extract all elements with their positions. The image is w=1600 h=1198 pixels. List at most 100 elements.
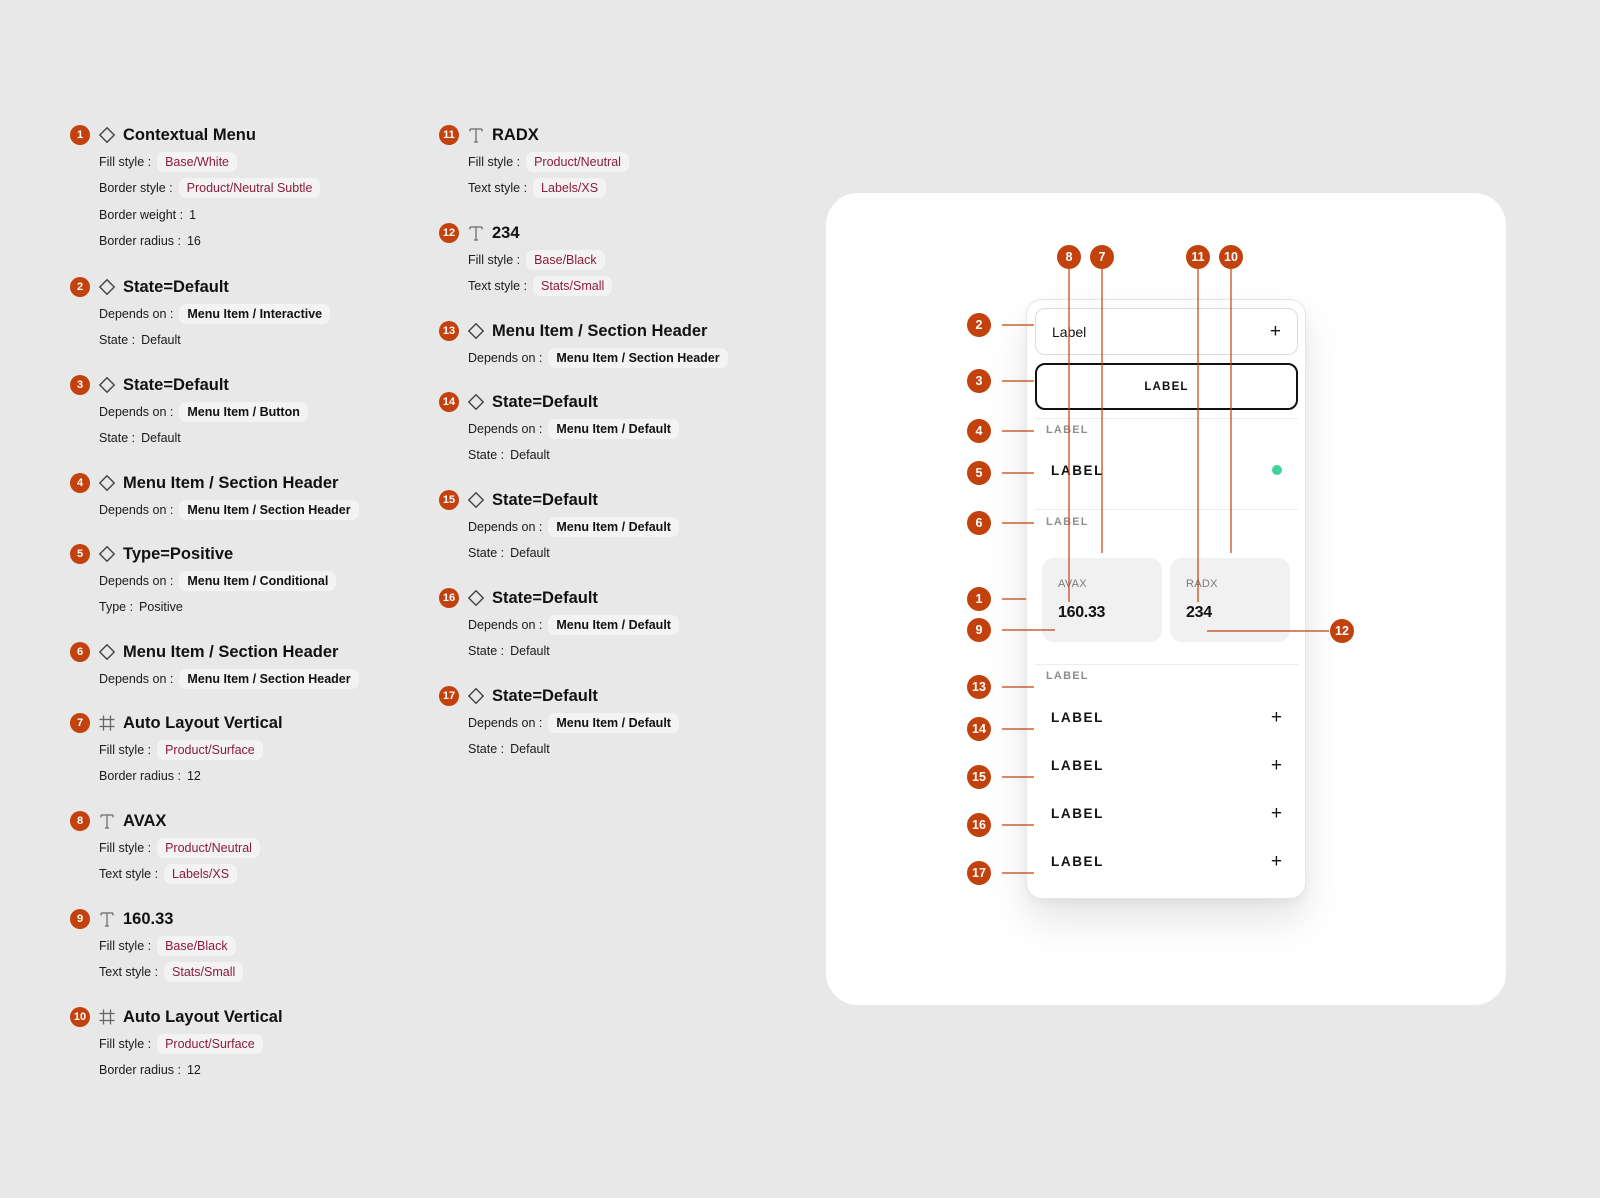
spec-property: Depends on : Menu Item / Default bbox=[468, 614, 779, 636]
spec-property: State : Default bbox=[468, 542, 779, 564]
menu-item-label: LABEL bbox=[1051, 709, 1104, 725]
style-chip: Labels/XS bbox=[164, 864, 238, 884]
spec-property: State : Default bbox=[99, 427, 410, 449]
menu-item-default[interactable]: LABEL + bbox=[1035, 743, 1298, 787]
number-badge: 15 bbox=[439, 490, 459, 510]
spec-property: Type : Positive bbox=[99, 596, 410, 618]
property-label: State : bbox=[468, 644, 505, 658]
spec-title: State=Default bbox=[492, 392, 598, 411]
spec-property: Fill style : Product/Surface bbox=[99, 739, 410, 761]
style-chip: Menu Item / Default bbox=[548, 614, 679, 635]
section-header: LABEL bbox=[1046, 516, 1089, 528]
property-label: Border radius : bbox=[99, 234, 181, 248]
spec-item: 1 Contextual Menu Fill style : Base/White Bo… bbox=[70, 124, 410, 252]
menu-input-label: Label bbox=[1052, 323, 1087, 340]
spec-property: Border radius : 12 bbox=[99, 765, 410, 787]
property-label: Text style : bbox=[468, 181, 528, 195]
component-icon bbox=[97, 544, 117, 564]
property-label: Fill style : bbox=[99, 840, 152, 855]
spec-property: Border style : Product/Neutral Subtle bbox=[99, 177, 410, 199]
menu-item-label: LABEL bbox=[1051, 462, 1104, 478]
spec-property: Depends on : Menu Item / Interactive bbox=[99, 303, 410, 325]
annotation-badge: 12 bbox=[1330, 619, 1354, 643]
stat-card-radx: RADX 234 bbox=[1170, 558, 1290, 642]
spec-property: Fill style : Product/Surface bbox=[99, 1033, 410, 1055]
property-label: Depends on : bbox=[468, 519, 543, 534]
number-badge: 11 bbox=[439, 125, 459, 145]
spec-title: AVAX bbox=[123, 811, 167, 830]
component-icon bbox=[97, 277, 117, 297]
number-badge: 16 bbox=[439, 588, 459, 608]
menu-item-interactive[interactable]: Label + bbox=[1035, 308, 1298, 355]
annotation-badge: 10 bbox=[1219, 245, 1243, 269]
number-badge: 12 bbox=[439, 223, 459, 243]
spec-item: 13 Menu Item / Section Header Depends on :… bbox=[439, 320, 779, 369]
menu-item-default[interactable]: LABEL + bbox=[1035, 791, 1298, 835]
spec-property: Depends on : Menu Item / Conditional bbox=[99, 570, 410, 592]
spec-header: 6 Menu Item / Section Header bbox=[70, 641, 410, 663]
property-value: 12 bbox=[186, 1063, 201, 1077]
annotation-badge: 3 bbox=[967, 369, 991, 393]
menu-item-button[interactable]: LABEL bbox=[1035, 363, 1298, 410]
divider bbox=[1035, 509, 1298, 510]
style-chip: Product/Neutral Subtle bbox=[178, 178, 321, 198]
property-value: Default bbox=[510, 742, 550, 756]
number-badge: 5 bbox=[70, 544, 90, 564]
divider bbox=[1035, 418, 1298, 419]
property-label: Depends on : bbox=[468, 421, 543, 436]
property-value: 1 bbox=[189, 207, 197, 222]
spec-title: Menu Item / Section Header bbox=[123, 642, 339, 661]
text-icon bbox=[466, 125, 486, 145]
spec-property: Fill style : Base/White bbox=[99, 151, 410, 173]
annotation-badge: 4 bbox=[967, 419, 991, 443]
stat-value: 234 bbox=[1186, 604, 1212, 621]
property-label: Text style : bbox=[99, 965, 159, 979]
spec-property: Border weight : 1 bbox=[99, 204, 410, 226]
component-icon bbox=[466, 686, 486, 706]
spec-title: State=Default bbox=[492, 588, 598, 607]
spec-header: 1 Contextual Menu bbox=[70, 124, 410, 146]
number-badge: 9 bbox=[70, 909, 90, 929]
style-chip: Menu Item / Interactive bbox=[179, 303, 331, 324]
style-chip: Menu Item / Button bbox=[179, 401, 308, 422]
style-chip: Labels/XS bbox=[533, 178, 607, 198]
menu-item-default[interactable]: LABEL + bbox=[1035, 839, 1298, 883]
spec-header: 8 AVAX bbox=[70, 810, 410, 832]
property-label: Type : bbox=[99, 600, 134, 614]
annotation-badge: 16 bbox=[967, 813, 991, 837]
component-icon bbox=[97, 125, 117, 145]
spec-title: State=Default bbox=[123, 375, 229, 394]
spec-property: State : Default bbox=[99, 329, 410, 351]
spec-item: 5 Type=Positive Depends on : Menu Item / Co… bbox=[70, 543, 410, 618]
property-label: Depends on : bbox=[468, 350, 543, 365]
annotation-badge: 17 bbox=[967, 861, 991, 885]
style-chip: Menu Item / Section Header bbox=[548, 347, 728, 368]
number-badge: 1 bbox=[70, 125, 90, 145]
spec-item: 9 160.33 Fill style : Base/Black Text style … bbox=[70, 908, 410, 983]
style-chip: Base/White bbox=[157, 151, 238, 172]
annotation-badge: 6 bbox=[967, 511, 991, 535]
spec-header: 9 160.33 bbox=[70, 908, 410, 930]
spec-title: Auto Layout Vertical bbox=[123, 1007, 283, 1026]
menu-item-default[interactable]: LABEL + bbox=[1035, 695, 1298, 739]
spec-property: Fill style : Product/Neutral bbox=[468, 151, 779, 173]
spec-item: 10 Auto Layout Vertical Fill style : Produc… bbox=[70, 1006, 410, 1081]
style-chip: Base/Black bbox=[157, 935, 236, 956]
property-label: Depends on : bbox=[468, 617, 543, 632]
spec-item: 8 AVAX Fill style : Product/Neutral Text sty… bbox=[70, 810, 410, 885]
spec-header: 3 State=Default bbox=[70, 374, 410, 396]
style-chip: Base/Black bbox=[526, 249, 605, 270]
spec-property: Border radius : 16 bbox=[99, 230, 410, 252]
annotation-badge: 1 bbox=[967, 587, 991, 611]
property-label: Border radius : bbox=[99, 1063, 181, 1077]
number-badge: 10 bbox=[70, 1007, 90, 1027]
spec-property: Text style : Stats/Small bbox=[468, 275, 779, 297]
style-chip: Product/Neutral bbox=[157, 837, 260, 858]
property-label: Border radius : bbox=[99, 769, 181, 783]
annotation-badge: 5 bbox=[967, 461, 991, 485]
spec-item: 2 State=Default Depends on : Menu Item / In… bbox=[70, 276, 410, 351]
menu-item-positive[interactable]: LABEL bbox=[1035, 448, 1298, 492]
annotation-badge: 13 bbox=[967, 675, 991, 699]
annotation-badge: 7 bbox=[1090, 245, 1114, 269]
plus-icon: + bbox=[1270, 850, 1282, 872]
